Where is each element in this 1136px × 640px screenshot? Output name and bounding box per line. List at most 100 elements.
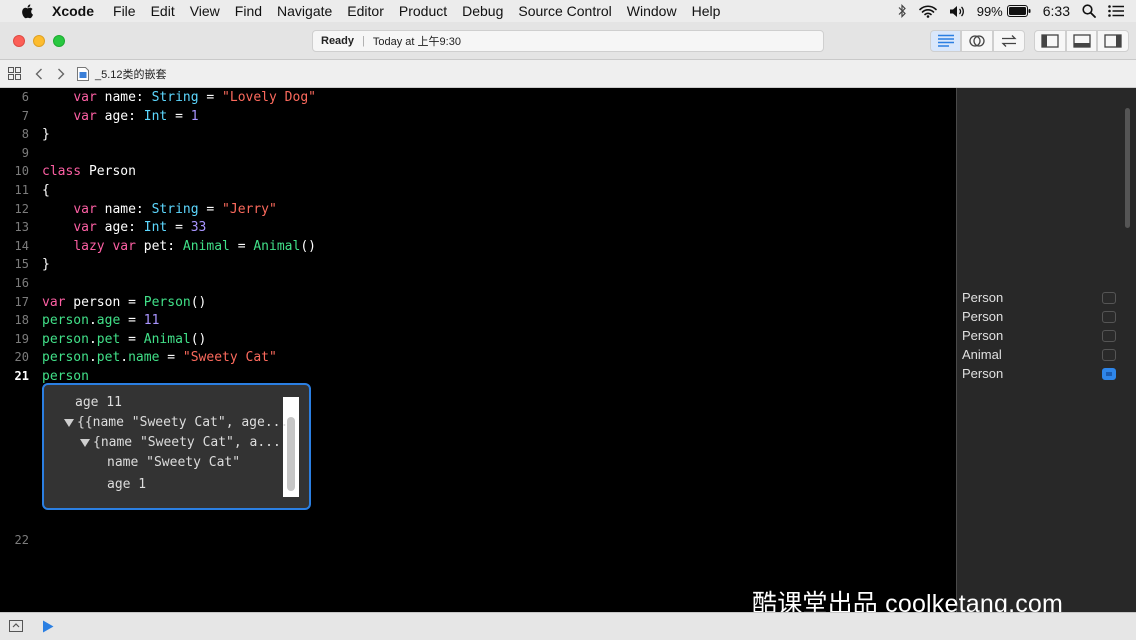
battery-icon[interactable]: [1006, 5, 1031, 17]
toggle-navigator-button[interactable]: [1034, 30, 1066, 52]
wifi-icon[interactable]: [918, 5, 937, 18]
show-result-inline-button[interactable]: [1102, 349, 1116, 361]
version-editor-button[interactable]: [993, 30, 1025, 52]
source-editor[interactable]: age 11 {{name "Sweety Cat", age... {name "…: [0, 88, 956, 612]
standard-editor-button[interactable]: [930, 30, 961, 52]
quick-look-line: age 1: [107, 477, 146, 492]
result-value: Animal: [962, 347, 1002, 362]
menu-find[interactable]: Find: [235, 3, 262, 19]
line-number: 12: [14, 201, 29, 216]
line-number: 21: [14, 369, 29, 383]
quick-look-line: name "Sweety Cat": [107, 455, 240, 470]
results-sidebar: Person Person Person Animal Person: [956, 88, 1136, 612]
jump-bar-file-name[interactable]: _5.12类的嵌套: [95, 66, 167, 82]
menu-navigate[interactable]: Navigate: [277, 3, 332, 19]
code-text[interactable]: var name: String = "Lovely Dog": [42, 88, 316, 107]
menu-edit[interactable]: Edit: [151, 3, 175, 19]
menu-bar: Xcode File Edit View Find Navigate Edito…: [0, 0, 1136, 22]
spotlight-icon[interactable]: [1082, 4, 1096, 18]
menu-xcode[interactable]: Xcode: [52, 3, 94, 19]
quick-look-line: {name "Sweety Cat", a...: [80, 435, 281, 450]
line-number: 18: [14, 313, 29, 328]
quick-look-value: {{name "Sweety Cat", age...: [77, 415, 289, 430]
line-number: 11: [14, 183, 29, 197]
debug-bar: [0, 612, 1136, 640]
code-text[interactable]: var age: Int = 1: [42, 107, 198, 126]
menu-file[interactable]: File: [113, 3, 136, 19]
quick-look-value: age 11: [75, 395, 122, 410]
code-text[interactable]: var name: String = "Jerry": [42, 200, 277, 219]
line-number: 13: [14, 220, 29, 235]
show-result-inline-button[interactable]: [1102, 292, 1116, 304]
code-text[interactable]: person.age = 11: [42, 311, 159, 330]
apple-icon[interactable]: [20, 3, 36, 19]
menu-product[interactable]: Product: [399, 3, 447, 19]
run-playground-icon[interactable]: [42, 620, 54, 633]
assistant-editor-button[interactable]: [961, 30, 993, 52]
line-number: 14: [14, 238, 29, 253]
back-chevron-icon[interactable]: [35, 68, 43, 80]
volume-icon[interactable]: [949, 5, 965, 18]
code-line: 22: [0, 512, 31, 547]
line-number: 10: [14, 164, 29, 179]
line-number: 8: [21, 127, 29, 142]
window-toolbar: Ready | Today at 上午9:30: [0, 22, 1136, 60]
line-number: 6: [21, 90, 29, 104]
code-text[interactable]: }: [42, 125, 50, 144]
code-text[interactable]: var person = Person(): [42, 293, 206, 312]
line-number: 20: [14, 350, 29, 365]
line-number: 9: [21, 145, 29, 160]
related-items-icon[interactable]: [8, 67, 21, 80]
zoom-window-button[interactable]: [53, 35, 65, 47]
result-value: Person: [962, 366, 1004, 381]
code-text[interactable]: person: [42, 367, 89, 386]
bluetooth-icon[interactable]: [897, 4, 907, 18]
code-text[interactable]: var age: Int = 33: [42, 218, 206, 237]
line-number: 15: [14, 257, 29, 272]
menu-window[interactable]: Window: [627, 3, 677, 19]
menu-help[interactable]: Help: [692, 3, 721, 19]
minimize-window-button[interactable]: [33, 35, 45, 47]
battery-percent: 99%: [976, 3, 1003, 19]
code-text[interactable]: class Person: [42, 162, 136, 181]
hide-debug-area-icon[interactable]: [9, 620, 23, 632]
notification-center-icon[interactable]: [1108, 5, 1124, 17]
activity-separator: |: [362, 35, 365, 47]
assistant-editor-icon: [969, 35, 985, 47]
toggle-debug-area-button[interactable]: [1066, 30, 1097, 52]
debug-panel-icon: [1072, 34, 1091, 48]
jump-bar: _5.12类的嵌套: [0, 60, 1136, 88]
disclosure-triangle-icon[interactable]: [80, 438, 90, 447]
close-window-button[interactable]: [13, 35, 25, 47]
menu-editor[interactable]: Editor: [347, 3, 384, 19]
status-area: 99% 6:33: [897, 0, 1136, 22]
menu-source-control[interactable]: Source Control: [518, 3, 611, 19]
line-number: 16: [14, 276, 29, 290]
forward-chevron-icon[interactable]: [57, 68, 65, 80]
quick-look-line: {{name "Sweety Cat", age...: [64, 415, 288, 430]
activity-status: Ready: [321, 35, 355, 47]
playground-file-icon: [77, 66, 89, 81]
navigator-panel-icon: [1041, 34, 1059, 48]
results-scrollbar[interactable]: [1125, 108, 1130, 228]
version-editor-icon: [1001, 35, 1017, 47]
disclosure-triangle-icon[interactable]: [64, 418, 74, 427]
quick-look-line: age 11: [75, 395, 122, 410]
show-result-inline-button[interactable]: [1102, 330, 1116, 342]
menu-view[interactable]: View: [190, 3, 220, 19]
code-text[interactable]: lazy var pet: Animal = Animal(): [42, 237, 316, 256]
code-text[interactable]: person.pet.name = "Sweety Cat": [42, 348, 277, 367]
line-number: 22: [14, 533, 29, 547]
line-number: 19: [14, 331, 29, 346]
toggle-utilities-button[interactable]: [1097, 30, 1129, 52]
menu-debug[interactable]: Debug: [462, 3, 503, 19]
clock-time[interactable]: 6:33: [1043, 3, 1070, 19]
show-result-inline-button[interactable]: [1102, 311, 1116, 323]
code-text[interactable]: person.pet = Animal(): [42, 330, 206, 349]
line-number: 7: [21, 108, 29, 123]
result-value: Person: [962, 290, 1004, 305]
code-text[interactable]: {: [42, 181, 50, 200]
show-result-inline-button[interactable]: [1102, 368, 1116, 380]
code-text[interactable]: }: [42, 255, 50, 274]
result-value: Person: [962, 309, 1004, 324]
